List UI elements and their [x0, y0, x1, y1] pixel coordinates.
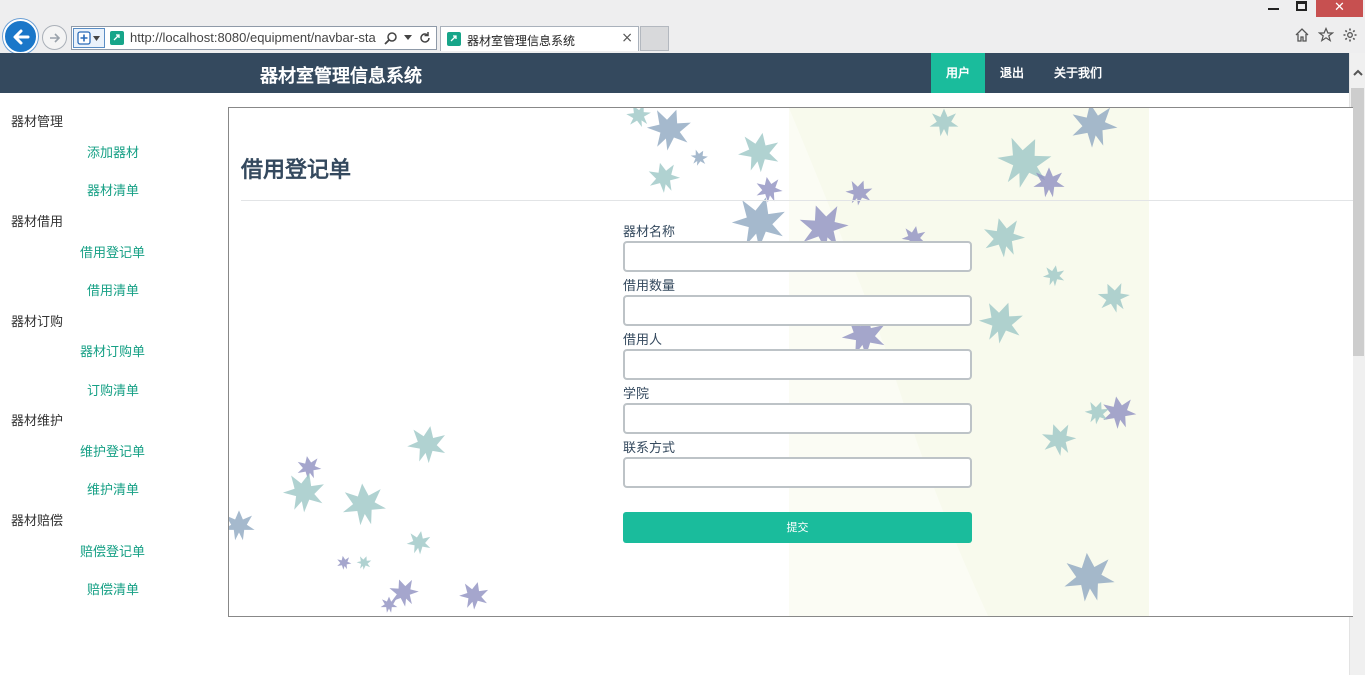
- page-title: 借用登记单: [241, 158, 352, 183]
- contact-input[interactable]: [623, 457, 972, 488]
- forward-button[interactable]: [42, 25, 67, 50]
- sidebar-link-add-equipment[interactable]: 添加器材: [0, 142, 228, 161]
- maximize-button[interactable]: [1296, 1, 1307, 11]
- field-label-borrow-quantity: 借用数量: [623, 279, 676, 294]
- sidebar-link-borrow-form[interactable]: 借用登记单: [0, 242, 228, 261]
- title-divider: [241, 200, 1353, 201]
- maple-leaf-decoration: [282, 473, 324, 513]
- back-button[interactable]: [3, 19, 38, 54]
- sidebar-link-purchase-form[interactable]: 器材订购单: [0, 341, 228, 360]
- equipment-name-input[interactable]: [623, 241, 972, 272]
- sidebar-link-compensation-list[interactable]: 赔偿清单: [0, 579, 228, 598]
- top-nav: 用户 退出 关于我们: [931, 53, 1117, 93]
- maple-leaf-decoration: [690, 149, 708, 166]
- browser-chrome: http://localhost:8080/equipment/navbar-s…: [0, 0, 1365, 54]
- dropdown-arrow-icon[interactable]: [404, 35, 412, 41]
- field-label-college: 学院: [623, 387, 650, 402]
- sidebar-link-maintenance-form[interactable]: 维护登记单: [0, 441, 228, 460]
- nav-item-about[interactable]: 关于我们: [1039, 53, 1117, 93]
- maple-leaf-decoration: [337, 555, 352, 570]
- maple-leaf-decoration: [342, 483, 386, 526]
- sidebar-link-borrow-list[interactable]: 借用清单: [0, 280, 228, 299]
- field-label-equipment-name: 器材名称: [623, 225, 676, 240]
- site-shield-icon[interactable]: [73, 28, 105, 48]
- submit-button[interactable]: 提交: [623, 512, 972, 543]
- address-url[interactable]: http://localhost:8080/equipment/navbar-s…: [130, 30, 382, 45]
- sidebar-group-maintenance: 器材维护: [11, 414, 64, 429]
- tab-favicon-icon: [447, 32, 461, 46]
- sidebar-link-compensation-form[interactable]: 赔偿登记单: [0, 541, 228, 560]
- sidebar-link-equipment-list[interactable]: 器材清单: [0, 180, 228, 199]
- field-label-contact: 联系方式: [623, 441, 676, 456]
- back-arrow-icon: [13, 29, 29, 44]
- favorites-star-icon[interactable]: [1317, 26, 1335, 44]
- new-tab-button[interactable]: [640, 26, 669, 51]
- forward-arrow-icon: [49, 32, 60, 43]
- maple-leaf-decoration: [648, 162, 681, 193]
- sidebar-group-compensation: 器材赔偿: [11, 514, 64, 529]
- window-close-button[interactable]: ✕: [1316, 0, 1363, 17]
- sidebar-group-equipment: 器材管理: [11, 115, 64, 130]
- brand-title[interactable]: 器材室管理信息系统: [260, 62, 422, 88]
- sidebar-group-purchase: 器材订购: [11, 315, 64, 330]
- minimize-button[interactable]: [1268, 8, 1279, 10]
- sidebar-link-maintenance-list[interactable]: 维护清单: [0, 479, 228, 498]
- maple-leaf-decoration: [646, 109, 691, 151]
- nav-item-user[interactable]: 用户: [931, 53, 986, 93]
- maple-leaf-decoration: [459, 582, 489, 610]
- maple-leaf-decoration: [356, 556, 372, 570]
- maple-leaf-decoration: [229, 510, 255, 541]
- app-navbar: 器材室管理信息系统 用户 退出 关于我们: [0, 53, 1349, 93]
- home-icon[interactable]: [1293, 26, 1311, 44]
- sidebar-group-borrow: 器材借用: [11, 215, 64, 230]
- settings-gear-icon[interactable]: [1341, 26, 1359, 44]
- refresh-icon[interactable]: [418, 31, 432, 45]
- college-input[interactable]: [623, 403, 972, 434]
- field-label-borrower: 借用人: [623, 333, 663, 348]
- search-icon[interactable]: [384, 31, 398, 45]
- address-bar[interactable]: http://localhost:8080/equipment/navbar-s…: [71, 26, 437, 50]
- scroll-up-arrow-icon[interactable]: [1350, 64, 1365, 80]
- site-favicon-icon: [110, 31, 124, 45]
- maple-leaf-decoration: [738, 132, 779, 173]
- borrower-input[interactable]: [623, 349, 972, 380]
- nav-item-logout[interactable]: 退出: [985, 53, 1039, 93]
- maple-leaf-decoration: [407, 426, 446, 464]
- maple-leaf-decoration: [406, 531, 431, 555]
- tab-close-icon[interactable]: ×: [621, 30, 633, 46]
- tab-title: 器材室管理信息系统: [467, 34, 576, 48]
- borrow-quantity-input[interactable]: [623, 295, 972, 326]
- sidebar-link-purchase-list[interactable]: 订购清单: [0, 380, 228, 399]
- borrow-form: 器材名称 借用数量 借用人 学院 联系方式: [623, 225, 972, 495]
- browser-tab[interactable]: 器材室管理信息系统 ×: [440, 26, 639, 51]
- content-frame: 借用登记单 器材名称 借用数量 借用人 学院 联系方式 提交: [228, 107, 1353, 617]
